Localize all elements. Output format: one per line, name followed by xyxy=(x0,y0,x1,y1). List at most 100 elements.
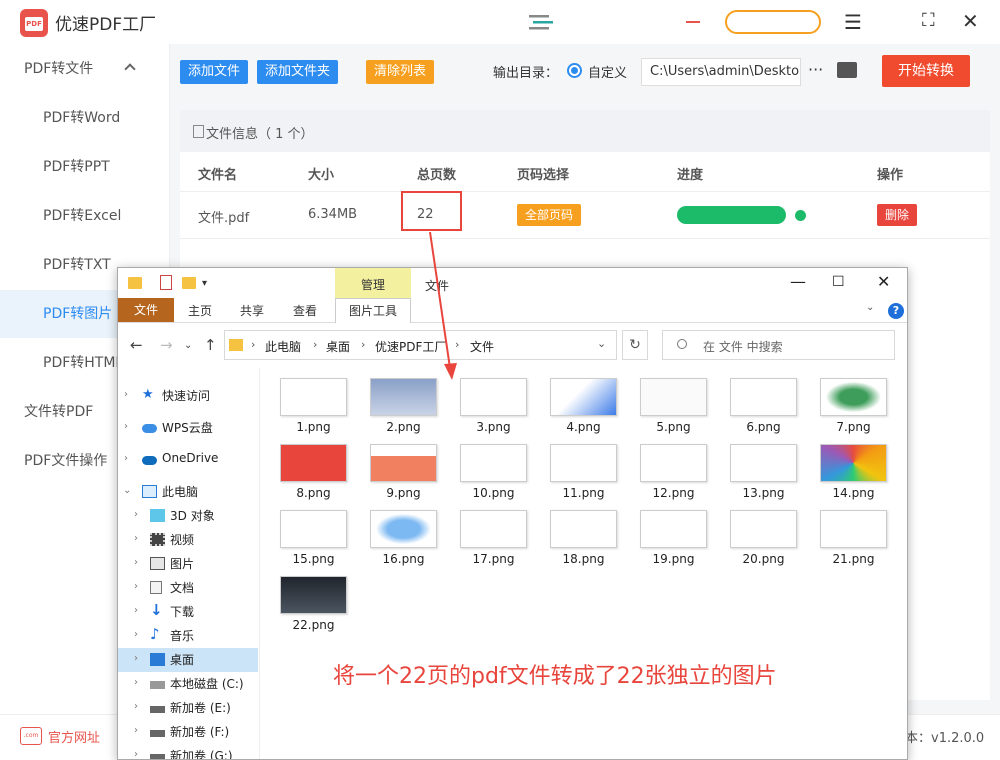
breadcrumb-app-folder[interactable]: 优速PDF工厂 xyxy=(375,338,446,355)
up-arrow-icon[interactable]: ↑ xyxy=(204,336,217,354)
menu-icon[interactable]: ☰ xyxy=(844,10,862,34)
file-item[interactable]: 3.png xyxy=(447,378,527,440)
tree-item-videos[interactable]: › 视频 xyxy=(118,528,258,552)
tree-item-label: 新加卷 (G:) xyxy=(170,749,233,760)
star-icon: ★ xyxy=(142,387,154,402)
tree-item-volume-e[interactable]: › 新加卷 (E:) xyxy=(118,696,258,720)
image-thumbnail xyxy=(460,378,527,416)
new-folder-icon[interactable] xyxy=(182,277,196,289)
maximize-icon[interactable]: ⛶ xyxy=(922,10,935,31)
tree-item-onedrive[interactable]: › OneDrive xyxy=(118,448,258,472)
file-item[interactable]: 9.png xyxy=(357,444,437,506)
ribbon-tab-view[interactable]: 查看 xyxy=(293,302,317,319)
file-item[interactable]: 21.png xyxy=(807,510,887,572)
version-text: 本：v1.2.0.0 xyxy=(905,731,985,746)
image-thumbnail xyxy=(820,378,887,416)
file-item[interactable]: 11.png xyxy=(537,444,617,506)
sidebar-item-pdf-to-word[interactable]: PDF转Word xyxy=(0,94,170,142)
column-header-action: 操作 xyxy=(877,168,904,183)
file-item[interactable]: 15.png xyxy=(267,510,347,572)
file-item[interactable]: 8.png xyxy=(267,444,347,506)
file-item[interactable]: 22.png xyxy=(267,576,347,638)
chevron-right-icon: › xyxy=(134,677,138,688)
tree-item-volume-g[interactable]: › 新加卷 (G:) xyxy=(118,744,258,760)
ribbon-tab-picture-tools[interactable]: 图片工具 xyxy=(335,298,411,323)
tree-item-downloads[interactable]: › ↓ 下载 xyxy=(118,600,258,624)
file-item[interactable]: 20.png xyxy=(717,510,797,572)
tree-item-label: 桌面 xyxy=(170,653,195,667)
sidebar-item-pdf-to-excel[interactable]: PDF转Excel xyxy=(0,192,170,240)
explorer-search-input[interactable]: 在 文件 中搜索 xyxy=(662,330,895,360)
address-dropdown-icon[interactable]: ⌄ xyxy=(597,337,606,350)
tree-item-volume-f[interactable]: › 新加卷 (F:) xyxy=(118,720,258,744)
add-file-button[interactable]: 添加文件 xyxy=(180,60,249,84)
image-thumbnail xyxy=(280,378,347,416)
file-item[interactable]: 5.png xyxy=(627,378,707,440)
tree-item-label: 下载 xyxy=(170,605,195,619)
minimize-icon[interactable] xyxy=(686,21,700,23)
file-item[interactable]: 6.png xyxy=(717,378,797,440)
maximize-icon[interactable]: ☐ xyxy=(832,274,845,290)
official-website-link[interactable]: 官方网址 xyxy=(48,727,100,746)
add-folder-button[interactable]: 添加文件夹 xyxy=(257,60,339,84)
file-name-label: 10.png xyxy=(472,486,515,500)
file-item[interactable]: 2.png xyxy=(357,378,437,440)
chevron-right-icon: › xyxy=(134,629,138,640)
tree-item-3d-objects[interactable]: › 3D 对象 xyxy=(118,504,258,528)
tree-item-quick-access[interactable]: › ★ 快速访问 xyxy=(118,384,258,408)
file-item[interactable]: 13.png xyxy=(717,444,797,506)
file-name-label: 12.png xyxy=(652,486,695,500)
clear-list-button[interactable]: 清除列表 xyxy=(366,60,435,84)
refresh-icon[interactable]: ↻ xyxy=(622,330,648,360)
tree-item-documents[interactable]: › 文档 xyxy=(118,576,258,600)
file-item[interactable]: 10.png xyxy=(447,444,527,506)
customize-dropdown-icon[interactable]: ▾ xyxy=(202,278,207,289)
titlebar-search-field[interactable] xyxy=(725,10,821,34)
file-item[interactable]: 12.png xyxy=(627,444,707,506)
delete-button[interactable]: 删除 xyxy=(877,204,918,226)
file-item[interactable]: 4.png xyxy=(537,378,617,440)
page-select-button[interactable]: 全部页码 xyxy=(517,204,582,226)
back-arrow-icon[interactable]: ← xyxy=(130,336,143,354)
ribbon-tab-share[interactable]: 共享 xyxy=(240,302,264,319)
open-folder-icon[interactable] xyxy=(837,62,857,78)
file-item[interactable]: 14.png xyxy=(807,444,887,506)
tree-item-wps-cloud[interactable]: › WPS云盘 xyxy=(118,416,258,440)
forward-arrow-icon[interactable]: → xyxy=(160,336,173,354)
file-item[interactable]: 16.png xyxy=(357,510,437,572)
recent-dropdown-icon[interactable]: ⌄ xyxy=(184,340,192,351)
sidebar-item-pdf-to-file[interactable]: PDF转文件 xyxy=(0,45,170,93)
expand-ribbon-icon[interactable]: ⌄ xyxy=(866,302,874,313)
ribbon-tab-home[interactable]: 主页 xyxy=(188,302,212,319)
tree-item-desktop[interactable]: › 桌面 xyxy=(118,648,258,672)
tree-item-music[interactable]: › ♪ 音乐 xyxy=(118,624,258,648)
output-path-input[interactable]: C:\Users\admin\Deskto xyxy=(641,58,801,86)
file-item[interactable]: 7.png xyxy=(807,378,887,440)
start-convert-button[interactable]: 开始转换 xyxy=(882,55,970,87)
file-item[interactable]: 1.png xyxy=(267,378,347,440)
image-thumbnail xyxy=(280,444,347,482)
ribbon-tab-file[interactable]: 文件 xyxy=(118,298,174,322)
tree-item-local-disk-c[interactable]: › 本地磁盘 (C:) xyxy=(118,672,258,696)
close-icon[interactable]: ✕ xyxy=(877,272,890,291)
tree-item-pictures[interactable]: › 图片 xyxy=(118,552,258,576)
address-bar[interactable]: › 此电脑 › 桌面 › 优速PDF工厂 › 文件 ⌄ xyxy=(224,330,617,360)
custom-dir-radio[interactable] xyxy=(567,63,582,78)
breadcrumb-desktop[interactable]: 桌面 xyxy=(326,338,350,355)
image-thumbnail xyxy=(820,510,887,548)
close-icon[interactable]: ✕ xyxy=(962,9,979,33)
manage-context-tab[interactable]: 管理 xyxy=(335,268,411,298)
tree-item-this-pc[interactable]: ⌄ 此电脑 xyxy=(118,480,258,504)
help-icon[interactable]: ? xyxy=(888,303,904,319)
properties-icon[interactable] xyxy=(160,275,172,290)
file-item[interactable]: 19.png xyxy=(627,510,707,572)
minimize-icon[interactable]: — xyxy=(790,272,806,291)
file-name-label: 7.png xyxy=(836,420,871,434)
breadcrumb-files[interactable]: 文件 xyxy=(470,338,494,355)
breadcrumb-this-pc[interactable]: 此电脑 xyxy=(265,338,301,355)
browse-more-button[interactable]: ··· xyxy=(808,60,823,79)
file-item[interactable]: 18.png xyxy=(537,510,617,572)
file-item[interactable]: 17.png xyxy=(447,510,527,572)
cloud-icon xyxy=(142,424,157,433)
sidebar-item-pdf-to-ppt[interactable]: PDF转PPT xyxy=(0,143,170,191)
